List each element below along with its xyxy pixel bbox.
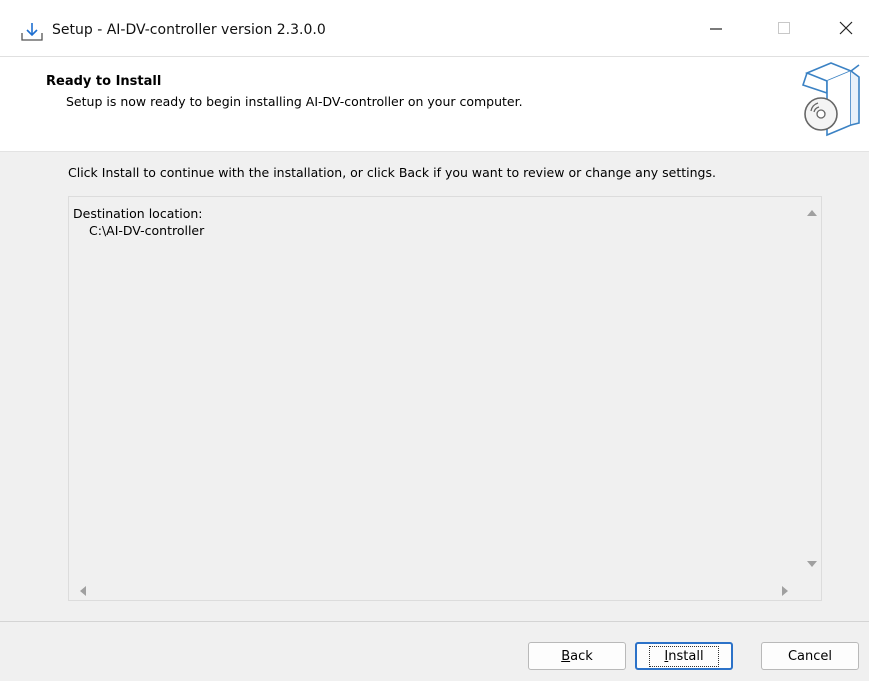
- install-label: nstall: [668, 648, 704, 664]
- page-heading: Ready to Install: [46, 74, 162, 89]
- back-button[interactable]: Back: [528, 642, 626, 670]
- instruction-text: Click Install to continue with the insta…: [68, 165, 716, 180]
- back-mnemonic: B: [561, 648, 571, 664]
- cancel-button[interactable]: Cancel: [761, 642, 859, 670]
- minimize-button[interactable]: [693, 0, 739, 56]
- install-button[interactable]: Install: [635, 642, 733, 670]
- vertical-scrollbar[interactable]: [803, 197, 821, 582]
- install-box-icon: [801, 62, 860, 137]
- memo-destination-path: C:\AI-DV-controller: [89, 223, 205, 238]
- back-label: ack: [570, 648, 593, 664]
- minimize-icon: [710, 28, 722, 30]
- scrollbar-corner: [803, 582, 821, 600]
- wizard-footer: Back Install Cancel: [0, 622, 869, 681]
- memo-label: Destination location:: [73, 206, 203, 221]
- memo-text[interactable]: Destination location: C:\AI-DV-controlle…: [73, 205, 204, 239]
- maximize-button[interactable]: [761, 0, 807, 56]
- setup-download-icon: [21, 23, 43, 41]
- install-focus-rect: Install: [649, 645, 719, 667]
- page-subheading: Setup is now ready to begin installing A…: [66, 94, 523, 109]
- close-icon: [839, 21, 853, 35]
- scroll-up-arrow-icon[interactable]: [807, 210, 817, 216]
- window-title: Setup - AI-DV-controller version 2.3.0.0: [52, 22, 326, 38]
- scroll-right-arrow-icon[interactable]: [782, 586, 788, 596]
- ready-memo-box[interactable]: Destination location: C:\AI-DV-controlle…: [68, 196, 822, 601]
- horizontal-scrollbar[interactable]: [69, 582, 803, 600]
- wizard-header: Ready to Install Setup is now ready to b…: [0, 57, 869, 151]
- close-button[interactable]: [823, 0, 869, 56]
- maximize-icon: [778, 22, 790, 34]
- scroll-left-arrow-icon[interactable]: [80, 586, 86, 596]
- wizard-content: Click Install to continue with the insta…: [0, 152, 869, 621]
- scroll-down-arrow-icon[interactable]: [807, 561, 817, 567]
- title-bar: Setup - AI-DV-controller version 2.3.0.0: [0, 0, 869, 57]
